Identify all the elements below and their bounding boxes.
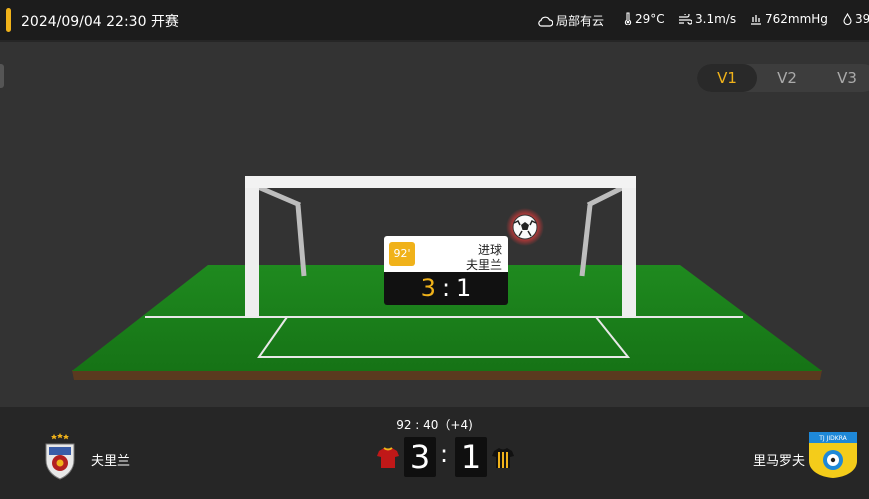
top-bar: 2024/09/04 22:30 开赛 局部有云 29°C 3.1m/s 762… [0, 0, 869, 40]
tab-v2[interactable]: V2 [757, 64, 817, 92]
away-logo-text: TJ JIDKRA [818, 435, 847, 442]
weather-condition: 局部有云 [538, 12, 604, 29]
goal-event-card: 92' 进球 夫里兰 3:1 [384, 236, 508, 305]
event-score-away: 1 [456, 274, 472, 302]
pitch-illustration [72, 176, 822, 380]
event-minute-badge: 92' [389, 242, 415, 266]
thermometer-icon [624, 12, 632, 26]
wind-speed: 3.1m/s [678, 12, 736, 26]
away-team-logo: TJ JIDKRA [809, 432, 857, 478]
away-team-name: 里马罗夫 [753, 454, 806, 469]
home-jersey-icon [377, 447, 399, 468]
goal-left-post [245, 176, 259, 318]
wind-icon [679, 12, 693, 25]
away-score: 1 [455, 437, 487, 477]
weather-condition-text: 局部有云 [556, 14, 605, 28]
home-team-name: 夫里兰 [91, 454, 131, 469]
score-separator: : [440, 440, 449, 468]
match-clock: 92 : 40（+4) [396, 418, 473, 432]
event-score: 3:1 [384, 272, 508, 305]
home-team-logo [45, 433, 75, 480]
wind-speed-text: 3.1m/s [695, 12, 737, 26]
goal-back-right [586, 184, 626, 208]
droplet-icon [843, 12, 852, 26]
cloud-icon [538, 16, 554, 27]
goal-back-left [257, 184, 301, 208]
goal-right-post [622, 176, 636, 318]
tab-v1[interactable]: V1 [697, 64, 757, 92]
event-team: 夫里兰 [465, 258, 502, 272]
football-icon [512, 214, 538, 240]
accent-bar [6, 8, 11, 32]
match-start-time: 2024/09/04 22:30 开赛 [21, 14, 179, 30]
temperature-text: 29°C [635, 12, 665, 26]
pressure-icon [751, 15, 761, 25]
scoreboard: 92 : 40（+4) 夫里兰 3 : 1 里马罗夫 TJ JIDKRA [0, 407, 869, 499]
side-panel-handle[interactable] [0, 64, 4, 88]
event-score-home: 3 [420, 274, 436, 302]
pitch-soil-edge [72, 370, 822, 380]
pressure-text: 762mmHg [765, 12, 828, 26]
event-header: 92' 进球 夫里兰 [384, 236, 508, 272]
tab-v3[interactable]: V3 [817, 64, 869, 92]
pressure: 762mmHg [750, 12, 828, 26]
home-score: 3 [404, 437, 436, 477]
away-jersey-icon [492, 448, 514, 468]
animation-stage: V1 V2 V3 92' 进球 夫里兰 3:1 [0, 42, 869, 407]
humidity: 39 [843, 12, 869, 26]
temperature: 29°C [624, 12, 665, 26]
goal-crossbar [245, 176, 636, 188]
event-score-separator: : [441, 274, 451, 302]
humidity-text: 39 [855, 12, 869, 26]
view-tabs: V1 V2 V3 [697, 64, 869, 92]
